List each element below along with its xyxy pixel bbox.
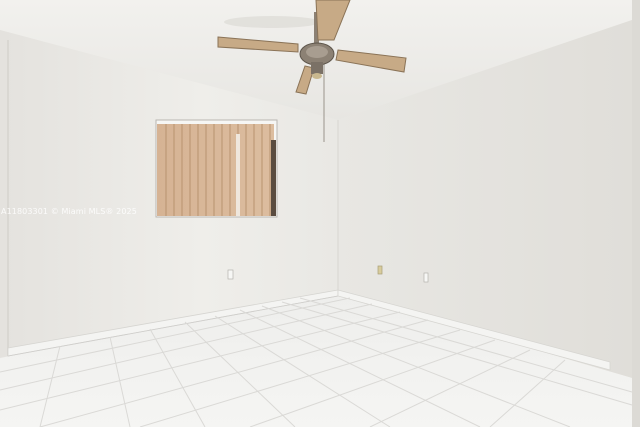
outlet-left-wall: [227, 269, 234, 280]
right-edge: [632, 0, 640, 427]
outlet-right-wall-1: [377, 265, 383, 275]
outlet-right-wall-2: [423, 272, 429, 283]
window-blinds: [155, 119, 278, 218]
watermark: A11803301 © Miami MLS® 2025: [1, 207, 137, 216]
